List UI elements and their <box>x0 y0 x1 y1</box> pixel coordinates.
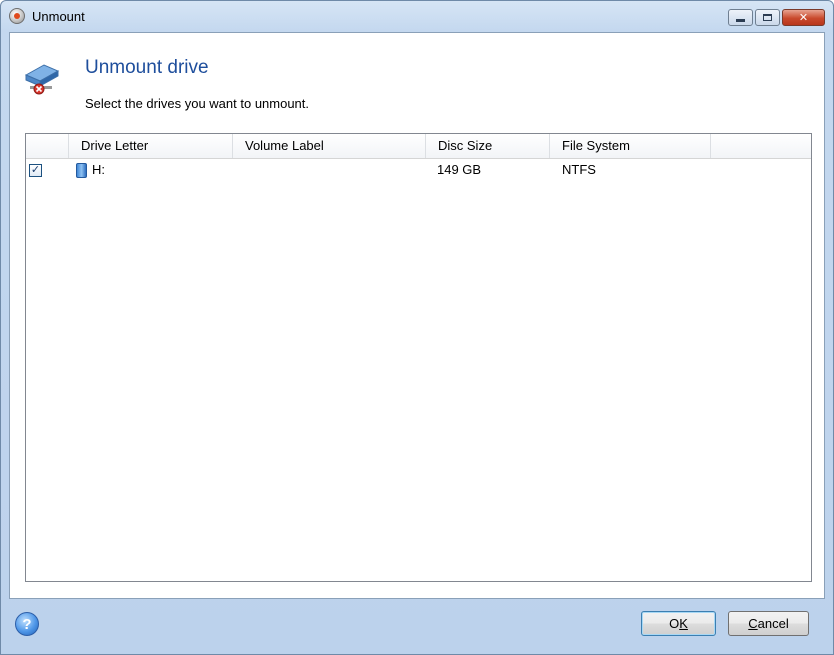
column-header-volume-label[interactable]: Volume Label <box>233 134 426 158</box>
close-icon: ✕ <box>798 12 809 24</box>
page-title: Unmount drive <box>85 57 209 78</box>
window-title: Unmount <box>32 9 85 24</box>
help-icon[interactable]: ? <box>15 612 39 636</box>
caption-buttons: ✕ <box>728 9 825 26</box>
minimize-icon <box>736 19 745 22</box>
dialog-window: Unmount ✕ Unmount drive Select the drive… <box>0 0 834 655</box>
maximize-button[interactable] <box>755 9 780 26</box>
drive-letter-cell: H: <box>92 162 105 177</box>
column-header-select[interactable] <box>26 134 69 158</box>
column-header-file-system[interactable]: File System <box>550 134 711 158</box>
title-bar[interactable]: Unmount ✕ <box>1 1 833 32</box>
drive-checkbox[interactable]: ✓ <box>29 164 42 177</box>
maximize-icon <box>763 14 772 21</box>
hard-drive-icon <box>76 163 87 178</box>
page-subtitle: Select the drives you want to unmount. <box>85 96 310 111</box>
cancel-accelerator: C <box>748 616 758 631</box>
table-row[interactable]: ✓ H: 149 GB NTFS <box>26 160 811 180</box>
list-header: Drive Letter Volume Label Disc Size File… <box>26 134 811 159</box>
column-header-filler <box>711 134 811 158</box>
minimize-button[interactable] <box>728 9 753 26</box>
column-header-disc-size[interactable]: Disc Size <box>426 134 550 158</box>
drives-list[interactable]: Drive Letter Volume Label Disc Size File… <box>25 133 812 582</box>
dialog-footer: ? OK Cancel <box>9 599 825 654</box>
close-button[interactable]: ✕ <box>782 9 825 26</box>
dialog-content: Unmount drive Select the drives you want… <box>9 32 825 599</box>
file-system-cell: NTFS <box>562 162 596 177</box>
drive-unmount-icon <box>24 64 60 95</box>
cancel-button[interactable]: Cancel <box>728 611 809 636</box>
disc-size-cell: 149 GB <box>437 162 482 177</box>
ok-accelerator: K <box>679 616 688 631</box>
acronis-app-icon[interactable] <box>9 8 25 24</box>
ok-button[interactable]: OK <box>641 611 716 636</box>
column-header-drive-letter[interactable]: Drive Letter <box>69 134 233 158</box>
